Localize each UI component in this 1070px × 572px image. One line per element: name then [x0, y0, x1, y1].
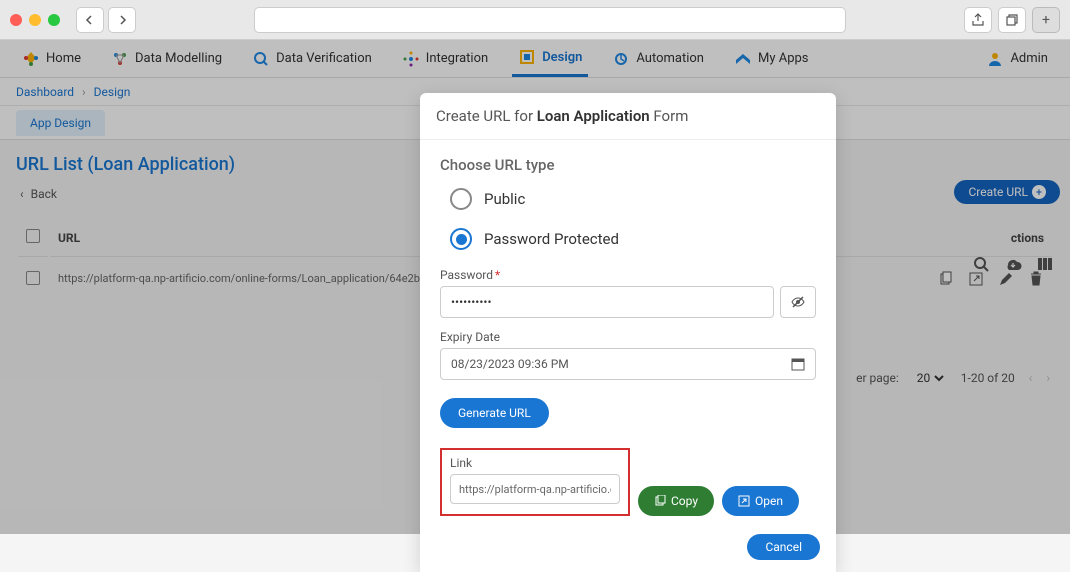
- choose-url-type-label: Choose URL type: [440, 156, 816, 174]
- browser-url-bar[interactable]: [254, 7, 846, 33]
- browser-back-button[interactable]: [76, 7, 104, 33]
- create-url-modal: Create URL for Loan Application Form Cho…: [420, 93, 836, 572]
- link-highlight-box: Link: [440, 448, 630, 516]
- toggle-password-visibility[interactable]: [780, 286, 816, 318]
- link-input[interactable]: [450, 474, 620, 504]
- calendar-icon: [791, 357, 805, 371]
- generate-url-button[interactable]: Generate URL: [440, 398, 549, 428]
- password-label: Password*: [440, 268, 816, 282]
- radio-public[interactable]: Public: [450, 188, 816, 210]
- browser-forward-button[interactable]: [108, 7, 136, 33]
- radio-selected-icon: [450, 228, 472, 250]
- copy-button[interactable]: Copy: [638, 486, 714, 516]
- external-link-icon: [738, 495, 750, 507]
- modal-title: Create URL for Loan Application Form: [420, 93, 836, 140]
- open-button[interactable]: Open: [722, 486, 799, 516]
- copy-icon: [654, 495, 666, 507]
- radio-icon: [450, 188, 472, 210]
- window-minimize[interactable]: [29, 14, 41, 26]
- share-icon[interactable]: [964, 7, 992, 33]
- tabs-icon[interactable]: [998, 7, 1026, 33]
- expiry-input[interactable]: 08/23/2023 09:36 PM: [440, 348, 816, 380]
- new-tab-icon[interactable]: +: [1032, 7, 1060, 33]
- window-maximize[interactable]: [48, 14, 60, 26]
- expiry-label: Expiry Date: [440, 330, 816, 344]
- password-input[interactable]: [440, 286, 774, 318]
- cancel-button[interactable]: Cancel: [747, 534, 820, 560]
- radio-password-protected[interactable]: Password Protected: [450, 228, 816, 250]
- link-label: Link: [450, 456, 620, 470]
- window-close[interactable]: [10, 14, 22, 26]
